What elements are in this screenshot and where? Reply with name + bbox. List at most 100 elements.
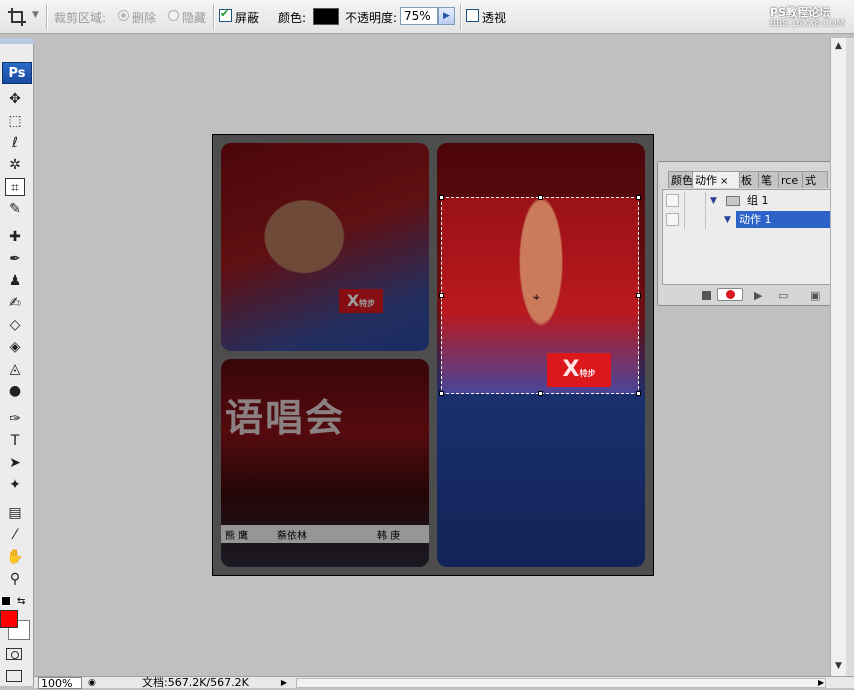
new-set-folder-icon[interactable]: ▭ [778,289,788,302]
tab-label: rce [781,174,799,187]
action-set-row[interactable]: ▼ 组 1 [663,192,854,210]
eyedropper-tool-icon[interactable]: ⁄ [5,526,25,544]
default-colors-icon[interactable] [1,596,11,606]
panel-tabs: 颜色 动作 × 板 笔 rce 式 [662,171,854,189]
magic-wand-tool-icon[interactable]: ✲ [5,156,25,174]
expand-triangle-icon[interactable]: ▼ [710,192,717,210]
delete-radio[interactable] [118,10,129,21]
brush-tool-icon[interactable]: ✒ [5,250,25,268]
perspective-checkbox[interactable] [466,9,479,22]
paint-bucket-tool-icon[interactable]: ◈ [5,338,25,356]
marquee-tool-icon[interactable]: ⬚ [5,112,25,130]
tab-color[interactable]: 颜色 [668,171,694,188]
color-label: 颜色: [278,11,307,25]
slice-tool-icon[interactable]: ✎ [5,200,25,218]
opacity-label: 不透明度: [345,11,398,25]
record-button[interactable] [717,288,743,301]
shape-tool-icon[interactable]: ✦ [5,476,25,494]
new-action-icon[interactable]: ▣ [810,289,820,302]
horizontal-scrollbar[interactable] [296,678,826,688]
status-preview-icon[interactable]: ◉ [88,677,96,689]
blur-tool-icon[interactable]: ◬ [5,360,25,378]
pen-tool-icon[interactable]: ✑ [5,410,25,428]
divider [684,211,685,229]
divider [684,192,685,210]
shield-label: 屏蔽 [235,11,260,25]
crop-handle[interactable] [439,391,444,396]
crop-center-icon[interactable]: ⌖ [533,290,540,305]
lasso-tool-icon[interactable]: ℓ [5,134,25,152]
actions-panel-footer: ▶ ▭ ▣ 🗑 [662,286,854,304]
tab-actions[interactable]: 动作 × [692,171,740,188]
tab-label: 笔 [761,174,772,187]
healing-brush-tool-icon[interactable]: ✚ [5,228,25,246]
stamp-tool-icon[interactable]: ♟ [5,272,25,290]
type-tool-icon[interactable]: T [5,432,25,450]
vertical-scrollbar[interactable]: ▲ ▼ [830,38,846,678]
crop-tool-icon[interactable]: ⌗ [5,178,25,196]
notes-tool-icon[interactable]: ▤ [5,504,25,522]
action-row[interactable]: ▼ 动作 1 [663,211,854,229]
zoom-tool-icon[interactable]: ⚲ [5,570,25,588]
tab-source[interactable]: rce [778,171,804,188]
play-icon[interactable]: ▶ [754,289,762,302]
swap-colors-icon[interactable]: ⇆ [17,596,25,607]
shield-color-swatch[interactable] [313,8,339,25]
separator [46,4,48,30]
move-tool-icon[interactable]: ✥ [5,90,25,108]
separator [460,4,462,30]
crop-shield-right [639,197,653,394]
toolbox-grip[interactable] [0,38,34,44]
toggle-checkbox[interactable] [666,194,679,207]
ps-logo[interactable]: Ps [2,62,32,84]
action-set-label: 组 1 [747,194,769,207]
folder-icon [726,196,740,206]
path-selection-tool-icon[interactable]: ➤ [5,454,25,472]
tab-swatches[interactable]: 板 [738,171,760,188]
crop-handle[interactable] [439,195,444,200]
hide-label: 隐藏 [182,11,207,25]
foreground-color-swatch[interactable] [0,610,18,628]
expand-triangle-icon[interactable]: ▼ [724,211,731,229]
crop-tool-preset-icon[interactable] [6,6,28,28]
close-icon[interactable]: × [720,176,728,187]
document-canvas[interactable]: X特步 语唱会 熊 鹰 蔡依林 韩 庚 X特步 ⌖ [212,134,654,576]
watermark-url: BBS.16XX8.COM [770,19,845,29]
crop-handle[interactable] [439,293,444,298]
opacity-slider-button[interactable]: ▶ [438,7,455,25]
crop-selection-box[interactable] [441,197,639,394]
toolbox: Ps ✥ ⬚ ℓ ✲ ⌗ ✎ ✚ ✒ ♟ ✍ ◇ ◈ ◬ ● ✑ T ➤ ✦ ▤… [0,38,34,686]
perspective-label: 透视 [482,11,507,25]
hand-tool-icon[interactable]: ✋ [5,548,25,566]
screen-mode-icon[interactable] [6,670,22,682]
tab-styles[interactable]: 式 [802,171,828,188]
stop-icon[interactable] [702,291,711,300]
crop-handle[interactable] [636,293,641,298]
status-menu-arrow-icon[interactable]: ▶ [278,677,290,689]
zoom-level-field[interactable]: 100% [38,677,82,690]
panel-dock-strip [846,38,854,678]
divider [705,192,706,210]
scroll-up-arrow-icon[interactable]: ▲ [831,38,846,54]
crop-handle[interactable] [636,195,641,200]
document-size-info: 文档:567.2K/567.2K [142,676,249,689]
chevron-down-icon[interactable]: ▼ [32,10,39,20]
history-brush-tool-icon[interactable]: ✍ [5,294,25,312]
shield-checkbox[interactable] [219,7,232,22]
quick-mask-icon[interactable] [6,648,22,660]
actions-panel: 颜色 动作× 板 笔 rce 式 ▼ 组 1 ▼ 动作 1 ▶ ▭ ▣ 🗑 [657,161,854,306]
crop-handle[interactable] [538,195,543,200]
scroll-right-arrow-icon[interactable]: ▶ [818,677,824,689]
tab-label: 颜色 [671,174,693,187]
hide-radio[interactable] [168,10,179,21]
watermark-logo: PS教程论坛 [770,6,830,19]
crop-handle[interactable] [636,391,641,396]
crop-area-label: 裁剪区域: [54,11,107,25]
scroll-down-arrow-icon[interactable]: ▼ [831,658,846,674]
dodge-tool-icon[interactable]: ● [5,382,25,400]
eraser-tool-icon[interactable]: ◇ [5,316,25,334]
opacity-input[interactable]: 75% [400,7,438,25]
tab-brushes[interactable]: 笔 [758,171,780,188]
crop-handle[interactable] [538,391,543,396]
toggle-checkbox[interactable] [666,213,679,226]
